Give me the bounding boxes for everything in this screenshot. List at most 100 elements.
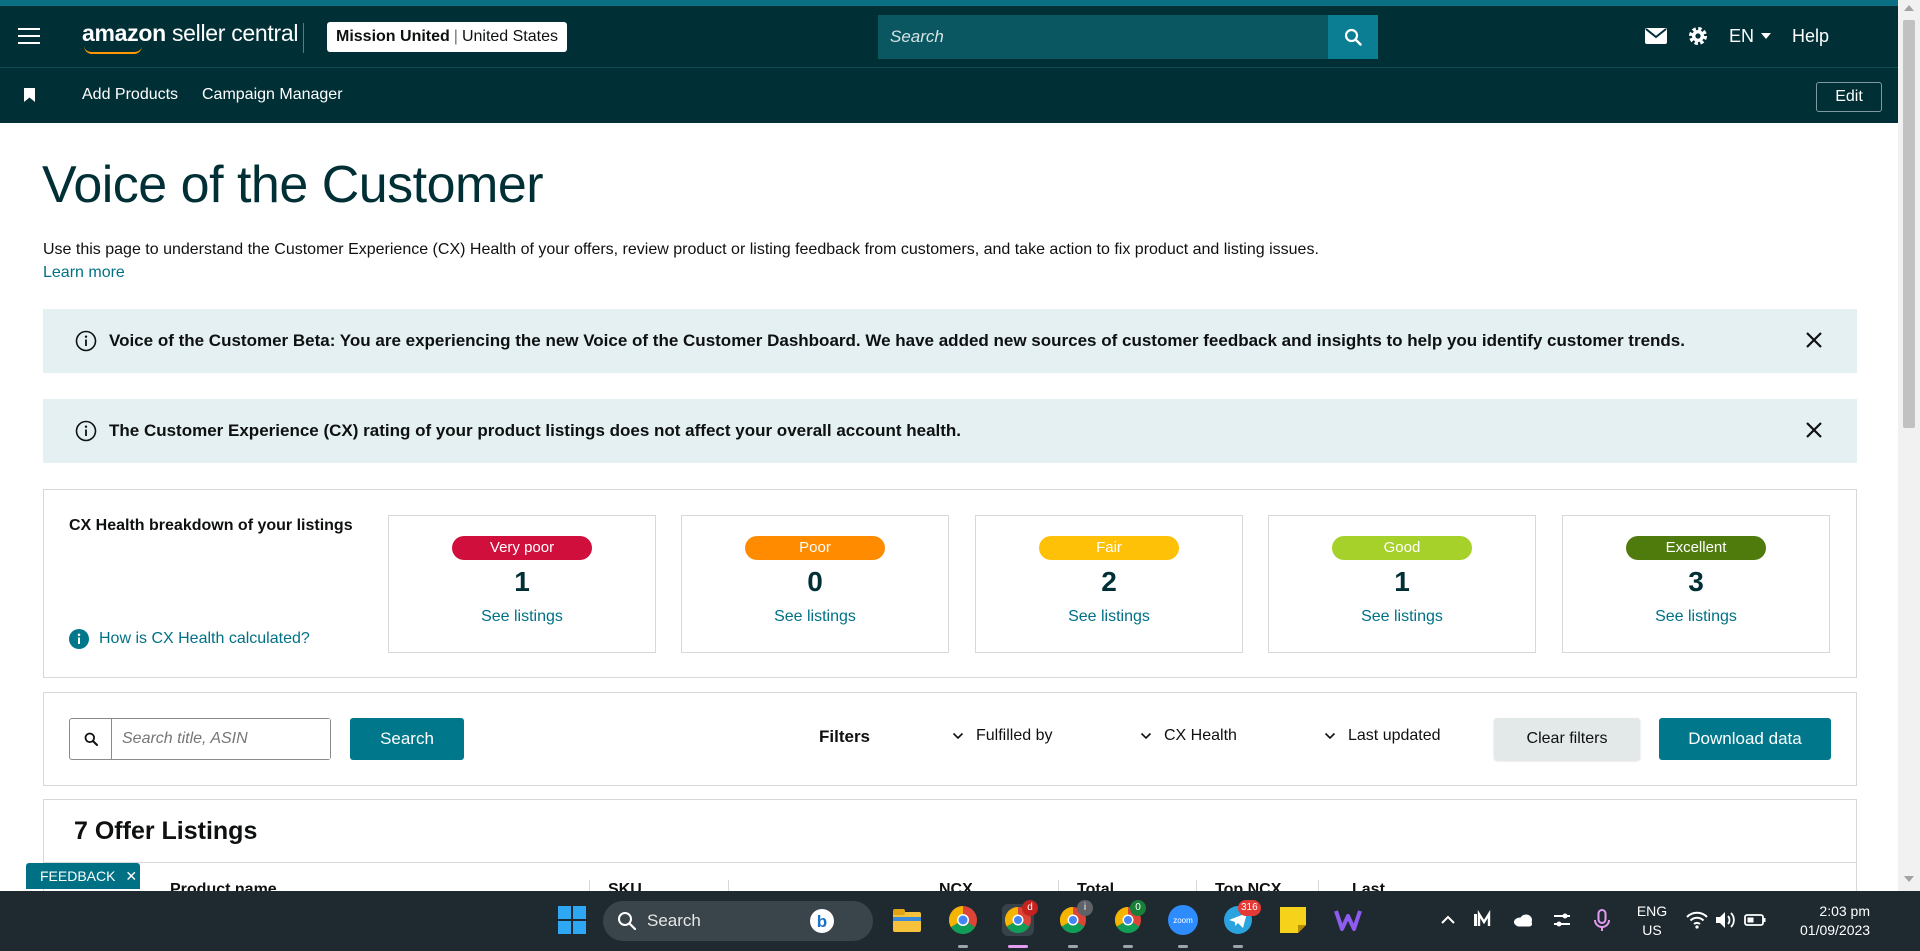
volume-icon[interactable] xyxy=(1709,904,1741,936)
cx-health-dropdown[interactable]: CX Health xyxy=(1140,727,1237,745)
chrome-icon[interactable]: 0 xyxy=(1112,900,1146,936)
feedback-label: FEEDBACK xyxy=(40,868,116,884)
scroll-down-arrow-icon[interactable] xyxy=(1904,876,1914,882)
logo-divider xyxy=(303,23,304,53)
running-indicator xyxy=(1068,945,1078,948)
learn-more-link[interactable]: Learn more xyxy=(43,264,125,282)
search-icon xyxy=(618,912,637,931)
cx-card-excellent: Excellent 3 See listings xyxy=(1562,515,1830,653)
feedback-tab[interactable]: FEEDBACK ✕ xyxy=(26,863,140,889)
global-search xyxy=(878,15,1378,59)
see-listings-good[interactable]: See listings xyxy=(1269,608,1535,626)
info-icon xyxy=(75,420,97,442)
chrome-icon[interactable] xyxy=(947,904,979,936)
close-icon[interactable]: ✕ xyxy=(125,868,137,884)
tray-app-icon[interactable] xyxy=(1466,904,1498,936)
logo-seller-central-text: seller central xyxy=(171,20,299,46)
close-icon[interactable] xyxy=(1805,331,1823,349)
mail-icon[interactable] xyxy=(1645,28,1667,44)
edit-bookmarks-button[interactable]: Edit xyxy=(1816,82,1882,112)
page-title: Voice of the Customer xyxy=(42,156,544,214)
cx-card-good: Good 1 See listings xyxy=(1268,515,1536,653)
chrome-profile-badge: 0 xyxy=(1130,900,1146,916)
cx-count-very-poor: 1 xyxy=(514,566,530,597)
seller-central-logo[interactable]: amazon seller central xyxy=(82,20,299,54)
cx-health-breakdown: CX Health breakdown of your listings How… xyxy=(43,489,1857,678)
onedrive-cloud-icon[interactable] xyxy=(1507,904,1539,936)
hamburger-menu-icon[interactable] xyxy=(18,28,40,44)
nav-add-products[interactable]: Add Products xyxy=(82,86,178,104)
account-switcher[interactable]: Mission United | United States xyxy=(327,22,567,52)
input-language-bottom: US xyxy=(1642,922,1662,938)
taskbar-search[interactable]: Search b xyxy=(603,901,873,941)
scroll-up-arrow-icon[interactable] xyxy=(1904,5,1914,11)
info-filled-icon xyxy=(69,629,89,649)
microphone-icon[interactable] xyxy=(1586,904,1618,936)
winamp-style-app-icon[interactable] xyxy=(1332,904,1364,936)
nav-campaign-manager[interactable]: Campaign Manager xyxy=(202,86,343,104)
asin-search-input[interactable] xyxy=(112,719,330,759)
page-scrollbar[interactable] xyxy=(1898,0,1920,891)
input-language-indicator[interactable]: ENG US xyxy=(1632,902,1672,940)
cx-badge-excellent: Excellent xyxy=(1626,536,1766,560)
bookmark-icon[interactable] xyxy=(24,88,35,107)
windows-taskbar: Search b d i 0 zoom 316 ENG US 2:03 pm 0… xyxy=(0,891,1920,951)
settings-gear-icon[interactable] xyxy=(1687,25,1709,47)
chevron-down-icon xyxy=(1761,33,1772,39)
account-separator: | xyxy=(453,28,458,45)
chevron-up-icon[interactable] xyxy=(1432,904,1464,936)
close-icon[interactable] xyxy=(1805,421,1823,439)
telegram-icon[interactable]: 316 xyxy=(1222,900,1261,936)
system-clock[interactable]: 2:03 pm 01/09/2023 xyxy=(1800,902,1870,940)
quick-settings-sliders-icon[interactable] xyxy=(1546,904,1578,936)
chrome-active-window-icon[interactable]: d xyxy=(1002,900,1038,936)
cx-health-title: CX Health breakdown of your listings xyxy=(69,517,353,534)
info-icon xyxy=(75,330,97,352)
asin-search-box xyxy=(69,718,331,760)
chrome-profile-badge: d xyxy=(1022,900,1038,916)
listings-divider xyxy=(44,862,1856,863)
chrome-icon[interactable]: i xyxy=(1057,900,1093,936)
cx-health-label: CX Health xyxy=(1164,727,1237,744)
svg-text:b: b xyxy=(817,912,827,931)
svg-text:zoom: zoom xyxy=(1173,916,1193,925)
see-listings-very-poor[interactable]: See listings xyxy=(389,608,655,626)
account-region: United States xyxy=(461,28,558,45)
filters-label: Filters xyxy=(819,727,871,746)
cx-badge-fair: Fair xyxy=(1039,536,1179,560)
language-selector[interactable]: EN xyxy=(1729,26,1772,47)
cx-health-help-link[interactable]: How is CX Health calculated? xyxy=(69,629,310,649)
global-search-button[interactable] xyxy=(1328,15,1378,59)
bing-icon: b xyxy=(809,909,834,933)
see-listings-poor[interactable]: See listings xyxy=(682,608,948,626)
cx-rating-alert: The Customer Experience (CX) rating of y… xyxy=(43,399,1857,463)
amazon-smile-icon xyxy=(84,46,142,54)
chevron-down-icon xyxy=(1140,732,1152,740)
cx-count-poor: 0 xyxy=(807,566,823,597)
download-data-button[interactable]: Download data xyxy=(1659,718,1831,760)
asin-search-button[interactable]: Search xyxy=(350,718,464,760)
chevron-down-icon xyxy=(952,732,964,740)
clear-filters-button[interactable]: Clear filters xyxy=(1494,718,1640,760)
clock-date: 01/09/2023 xyxy=(1800,922,1871,938)
input-language-top: ENG xyxy=(1636,903,1668,919)
see-listings-excellent[interactable]: See listings xyxy=(1563,608,1829,626)
listing-filters: Search Filters Fulfilled by CX Health La… xyxy=(43,692,1857,786)
zoom-icon[interactable]: zoom xyxy=(1167,904,1199,936)
sticky-notes-icon[interactable] xyxy=(1277,904,1309,936)
chrome-profile-badge: i xyxy=(1077,900,1093,916)
see-listings-fair[interactable]: See listings xyxy=(976,608,1242,626)
global-search-input[interactable] xyxy=(878,15,1328,59)
file-explorer-icon[interactable] xyxy=(891,904,923,936)
cx-badge-good: Good xyxy=(1332,536,1472,560)
running-indicator xyxy=(1178,945,1188,948)
beta-alert-message: Voice of the Customer Beta: You are expe… xyxy=(109,331,1685,350)
fulfilled-by-dropdown[interactable]: Fulfilled by xyxy=(952,727,1052,745)
last-updated-dropdown[interactable]: Last updated xyxy=(1324,727,1441,745)
help-link[interactable]: Help xyxy=(1792,26,1829,47)
battery-icon[interactable] xyxy=(1739,904,1771,936)
cx-count-good: 1 xyxy=(1394,566,1410,597)
windows-start-icon[interactable] xyxy=(556,904,588,936)
scrollbar-thumb[interactable] xyxy=(1903,20,1915,428)
chevron-down-icon xyxy=(1324,732,1336,740)
